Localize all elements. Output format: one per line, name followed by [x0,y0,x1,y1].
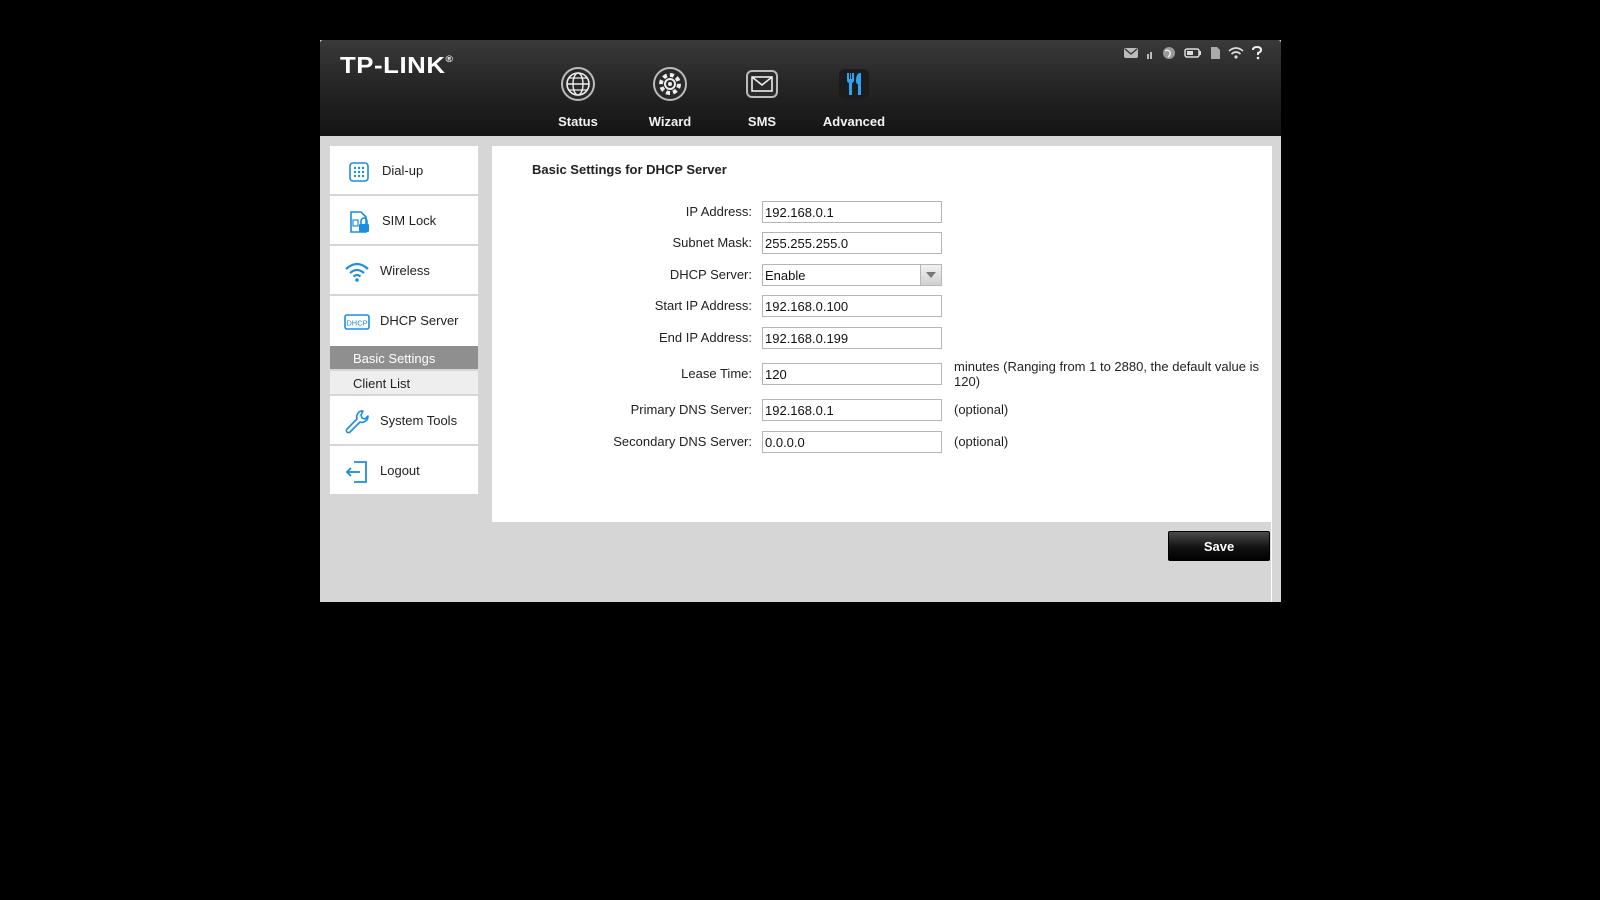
lease-time-row: Lease Time: minutes (Ranging from 1 to 2… [492,359,1272,389]
start-ip-row: Start IP Address: [492,295,1272,317]
wifi-icon [1228,46,1244,60]
nav-status[interactable]: Status [532,66,624,136]
sidebar-item-label: DHCP Server [380,313,459,328]
mail-icon[interactable] [1123,46,1139,60]
dhcp-server-value: Enable [765,268,806,283]
sim-lock-icon [350,211,369,233]
subnet-mask-label: Subnet Mask: [672,235,753,250]
sidebar-item-logout[interactable]: Logout [330,446,478,496]
ip-address-input[interactable] [762,201,942,223]
router-admin-window: TP-LINK® Status Wizard SMS Advanced Dial… [320,40,1281,602]
subnet-mask-row: Subnet Mask: [492,232,1272,254]
dhcp-server-select[interactable]: Enable [762,264,942,286]
sidebar-subitem-client-list[interactable]: Client List [330,371,478,396]
nav-sms[interactable]: SMS [716,66,808,136]
nav-label: SMS [747,114,777,129]
sidebar-item-wireless[interactable]: Wireless [330,246,478,296]
page-title: Basic Settings for DHCP Server [532,162,727,177]
primary-dns-note: (optional) [954,402,1009,417]
primary-dns-input[interactable] [762,399,942,421]
dialpad-icon [349,162,369,182]
chevron-down-icon[interactable] [920,265,941,285]
lease-time-input[interactable] [762,363,942,385]
globe-icon [561,67,595,101]
primary-dns-label: Primary DNS Server: [630,402,752,417]
sidebar-item-dial-up[interactable]: Dial-up [330,146,478,196]
nav-label: Status [558,114,598,129]
dhcp-icon: DHCP [344,314,370,330]
svg-text:DHCP: DHCP [346,319,367,328]
lease-time-note: minutes (Ranging from 1 to 2880, the def… [954,359,1259,389]
secondary-dns-note: (optional) [954,434,1009,449]
divider [1271,522,1272,602]
subnet-mask-input[interactable] [762,232,942,254]
sidebar-item-label: SIM Lock [382,213,437,228]
signal-icon [1146,46,1154,60]
wrench-icon [345,410,369,434]
secondary-dns-row: Secondary DNS Server: (optional) [492,431,1272,453]
logout-icon [345,461,367,483]
secondary-dns-input[interactable] [762,431,942,453]
main-nav: Status Wizard SMS Advanced [532,66,900,136]
sidebar-subitem-basic-settings[interactable]: Basic Settings [330,346,478,371]
nav-wizard[interactable]: Wizard [624,66,716,136]
start-ip-label: Start IP Address: [654,298,752,313]
nav-label: Advanced [822,114,886,129]
sidebar-item-label: Wireless [380,263,430,278]
nav-label: Wizard [648,114,692,129]
wifi-icon [345,262,369,282]
ip-address-row: IP Address: [492,201,1272,223]
sidebar: Dial-up SIM Lock Wireless DHCP DHCP Serv… [330,146,478,496]
gear-icon [653,67,687,101]
dhcp-server-label: DHCP Server: [669,267,752,282]
sidebar-item-dhcp-server[interactable]: DHCP DHCP Server [330,296,478,346]
sidebar-item-label: Dial-up [382,163,424,178]
save-button[interactable]: Save [1168,531,1270,561]
tp-link-logo: TP-LINK® [340,52,454,78]
tools-icon [839,69,869,99]
end-ip-row: End IP Address: [492,327,1272,349]
top-header: TP-LINK® Status Wizard SMS Advanced [320,40,1281,136]
dhcp-server-row: DHCP Server: Enable [492,264,1272,286]
internet-icon [1161,46,1177,60]
end-ip-label: End IP Address: [659,330,752,345]
battery-icon [1184,46,1202,60]
sidebar-item-label: Logout [380,463,420,478]
start-ip-input[interactable] [762,295,942,317]
sd-card-icon [1209,46,1221,60]
lease-time-label: Lease Time: [681,366,752,381]
ip-address-label: IP Address: [685,204,752,219]
sidebar-item-system-tools[interactable]: System Tools [330,396,478,446]
sidebar-item-sim-lock[interactable]: SIM Lock [330,196,478,246]
help-icon[interactable] [1251,45,1263,60]
status-bar [1123,45,1263,60]
end-ip-input[interactable] [762,327,942,349]
sidebar-item-label: System Tools [380,413,458,428]
dhcp-settings-panel: Basic Settings for DHCP Server IP Addres… [492,146,1272,522]
primary-dns-row: Primary DNS Server: (optional) [492,399,1272,421]
envelope-icon [746,70,778,98]
nav-advanced[interactable]: Advanced [808,66,900,136]
secondary-dns-label: Secondary DNS Server: [613,434,752,449]
